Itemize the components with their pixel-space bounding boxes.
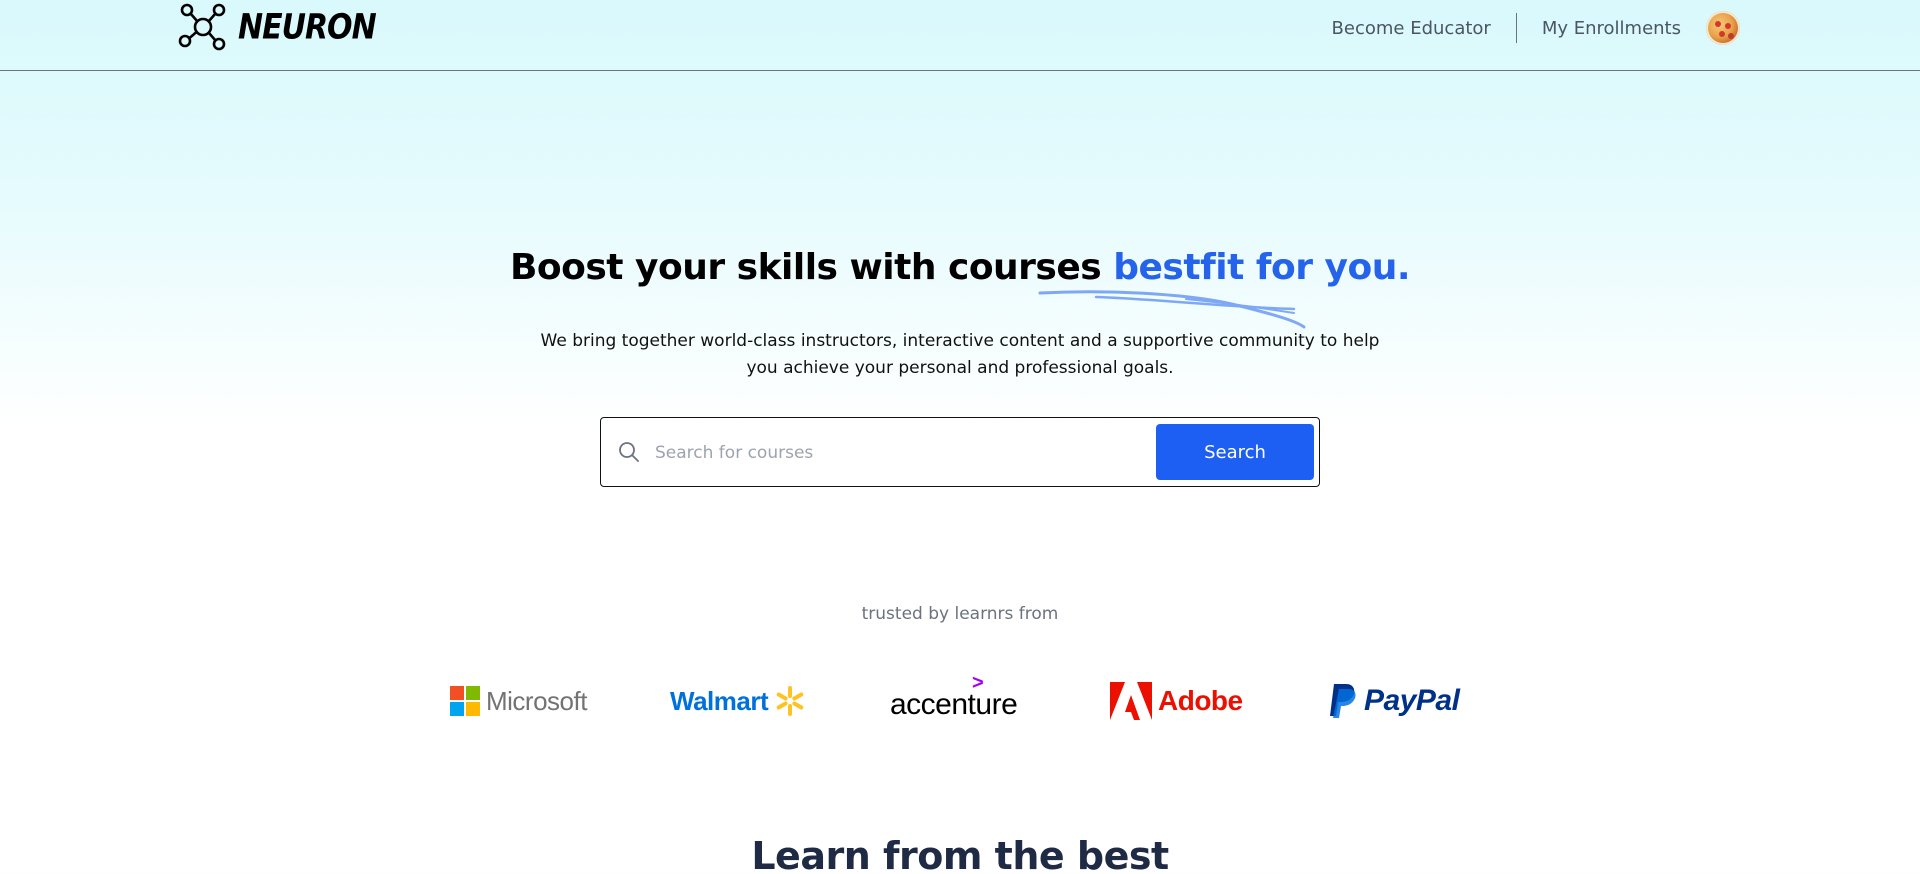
walmart-logo: Walmart xyxy=(670,676,806,726)
network-icon xyxy=(178,3,226,51)
microsoft-logo: Microsoft xyxy=(450,676,587,726)
accenture-wordmark: accenture xyxy=(890,688,1018,721)
site-logo[interactable]: NEURON xyxy=(178,2,377,52)
search-input[interactable] xyxy=(653,432,1137,474)
accenture-logo: > accenture xyxy=(890,672,1018,726)
search-icon xyxy=(619,442,639,462)
my-enrollments-link[interactable]: My Enrollments xyxy=(1542,18,1681,39)
walmart-wordmark: Walmart xyxy=(670,685,769,716)
become-educator-link[interactable]: Become Educator xyxy=(1332,18,1491,39)
logo-wordmark: NEURON xyxy=(238,6,377,48)
adobe-logo: Adobe xyxy=(1110,676,1243,726)
hero-subtitle: We bring together world-class instructor… xyxy=(540,331,1380,378)
trusted-by-label: trusted by learnrs from xyxy=(861,604,1059,624)
hero-title: Boost your skills with courses bestfit f… xyxy=(0,247,1920,288)
paypal-p-icon xyxy=(1330,684,1356,718)
section-title-learn-from-best: Learn from the best xyxy=(751,834,1169,874)
hero-title-main: Boost your skills with courses xyxy=(509,247,1114,288)
user-avatar[interactable] xyxy=(1706,11,1740,45)
paypal-logo: PayPal xyxy=(1328,676,1460,726)
company-logos: Microsoft Walmart > accenture Adobe PayP… xyxy=(448,672,1472,726)
microsoft-windows-icon xyxy=(450,686,480,716)
hero-title-accent: bestfit for you. xyxy=(1113,247,1411,288)
walmart-spark-icon xyxy=(776,686,804,716)
search-button[interactable]: Search xyxy=(1156,424,1314,480)
nav-divider xyxy=(1515,13,1517,43)
paypal-wordmark: PayPal xyxy=(1364,684,1460,717)
top-navbar: NEURON Become Educator My Enrollments xyxy=(0,0,1920,71)
course-search-bar: Search xyxy=(600,417,1320,487)
adobe-a-icon xyxy=(1110,682,1152,720)
microsoft-wordmark: Microsoft xyxy=(486,685,587,716)
accent-underline-decoration xyxy=(1038,290,1306,329)
header-nav: Become Educator My Enrollments xyxy=(1332,10,1740,46)
adobe-wordmark: Adobe xyxy=(1158,685,1243,716)
